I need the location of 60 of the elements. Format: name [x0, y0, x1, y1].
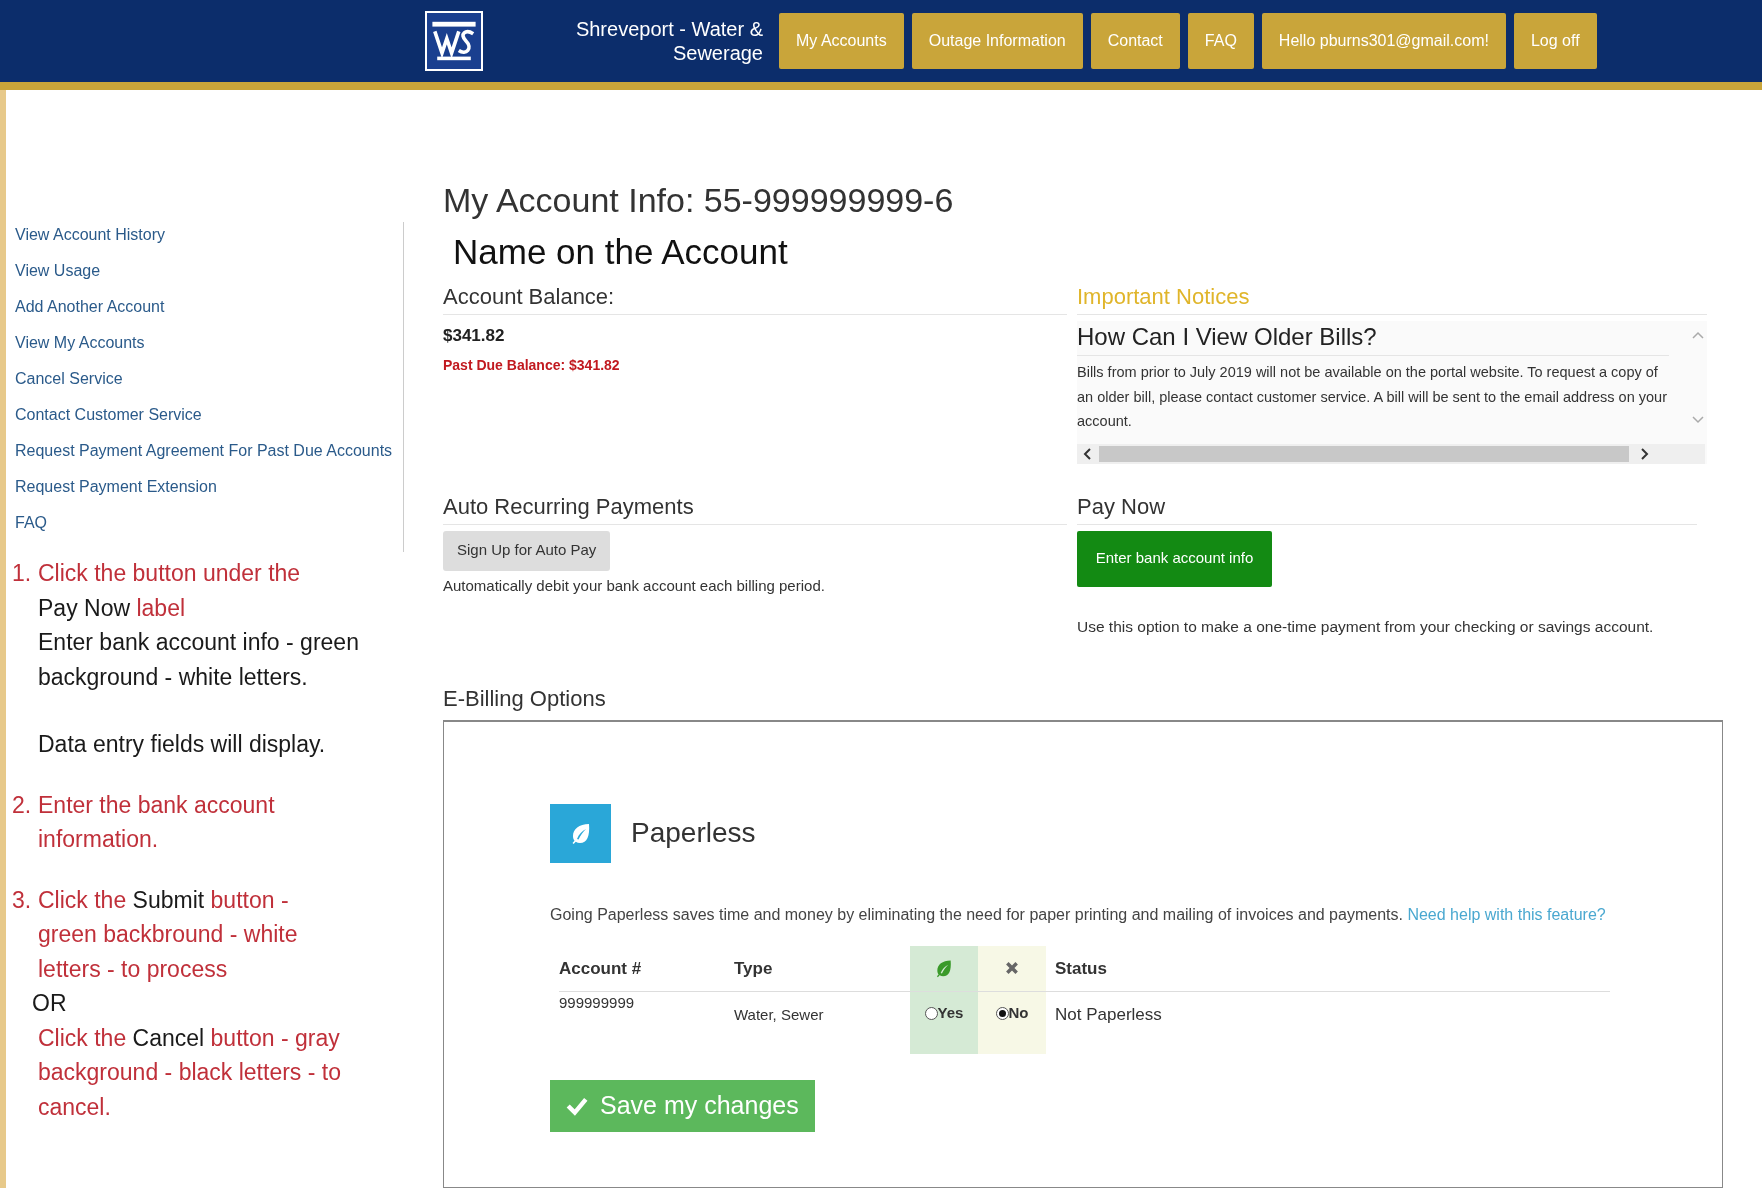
instruction-line: letters - to process [38, 954, 228, 984]
scrollbar-thumb[interactable] [1099, 445, 1629, 462]
balance-amount: $341.82 [443, 325, 506, 347]
sidebar-link[interactable]: Request Payment Extension [15, 476, 217, 497]
sidebar-link[interactable]: FAQ [15, 512, 47, 533]
scroll-up-icon[interactable] [1692, 331, 1704, 339]
sidebar-link[interactable]: Add Another Account [15, 296, 165, 317]
instruction-line: Enter bank account info - green [38, 628, 359, 657]
scroll-left-icon[interactable] [1083, 447, 1091, 460]
paperless-description: Going Paperless saves time and money by eliminating the need for paper printing and mailing of invoices and payments. Need help with this feature? [550, 904, 1607, 925]
instruction-line: green backbround - white [38, 920, 298, 949]
sidebar-link[interactable]: View Usage [15, 260, 101, 281]
scroll-down-icon[interactable] [1692, 415, 1704, 424]
account-name: Name on the Account [453, 231, 788, 273]
column-header: Account # [559, 945, 734, 992]
site-title: Shreveport - Water & [574, 17, 763, 41]
site-title: Sewerage [671, 41, 763, 65]
table-cell-text: 999999999 [559, 992, 635, 1013]
step-number: 1. [11, 559, 33, 588]
radio-option[interactable]: No [995, 1001, 1029, 1025]
account-title: My Account Info: 55-999999999-6 [443, 180, 954, 221]
pay-now-note: Use this option to make a one-time payment from your checking or savings account. [1077, 616, 1655, 637]
instruction-line: OR [32, 989, 67, 1018]
step-number: 2. [11, 790, 33, 820]
step-number: 3. [11, 885, 33, 915]
instruction-line: background - black letters - to [38, 1058, 341, 1087]
instruction-line: Pay Now label [38, 593, 186, 623]
auto-pay-button[interactable]: Sign Up for Auto Pay [443, 530, 611, 571]
instruction-line: cancel. [38, 1092, 111, 1122]
past-due-balance: Past Due Balance: $341.82 [443, 355, 621, 375]
pay-now-button[interactable]: Enter bank account info [1077, 530, 1272, 587]
paperless-title: Paperless [631, 816, 756, 851]
section-heading: Pay Now [1077, 491, 1697, 525]
notice-text: Bills from prior to July 2019 will not be available on the portal website. To request a copy of an older bill, please contact customer service. A bill will be sent to the email address on your account. [1077, 363, 1668, 431]
section-heading: E-Billing Options [443, 684, 606, 713]
radio-option[interactable]: Yes [924, 1001, 964, 1025]
close-icon [1005, 961, 1019, 976]
sidebar-link[interactable]: View My Accounts [15, 332, 145, 353]
instruction-line: Click the button under the [38, 559, 301, 588]
section-heading: Auto Recurring Payments [443, 491, 1067, 525]
table-cell-text: Water, Sewer [734, 1004, 824, 1025]
table-cell-text: Not Paperless [1054, 1003, 1162, 1026]
section-heading: Account Balance: [443, 282, 1067, 315]
sidebar-link[interactable]: Contact Customer Service [15, 404, 202, 425]
auto-pay-note: Automatically debit your bank account each billing period. [443, 575, 826, 596]
instruction-line: Data entry fields will display. [38, 730, 326, 759]
horizontal-scrollbar[interactable] [1077, 443, 1705, 464]
instruction-line: information. [38, 825, 159, 854]
scroll-right-icon[interactable] [1641, 447, 1649, 460]
section-heading: Important Notices [1077, 282, 1707, 315]
column-header: Status [1055, 957, 1107, 980]
sidebar-link[interactable]: View Account History [15, 224, 165, 245]
leaf-icon [934, 958, 954, 979]
instruction-line: background - white letters. [38, 662, 308, 692]
sidebar-link[interactable]: Cancel Service [15, 368, 123, 389]
notice-title: How Can I View Older Bills? [1077, 321, 1669, 356]
instruction-line: Enter the bank account [38, 790, 275, 820]
sidebar-link[interactable]: Request Payment Agreement For Past Due Accounts [15, 440, 393, 461]
instruction-line: Click the Cancel button - gray [38, 1023, 340, 1053]
instruction-line: Click the Submit button - [38, 885, 289, 915]
